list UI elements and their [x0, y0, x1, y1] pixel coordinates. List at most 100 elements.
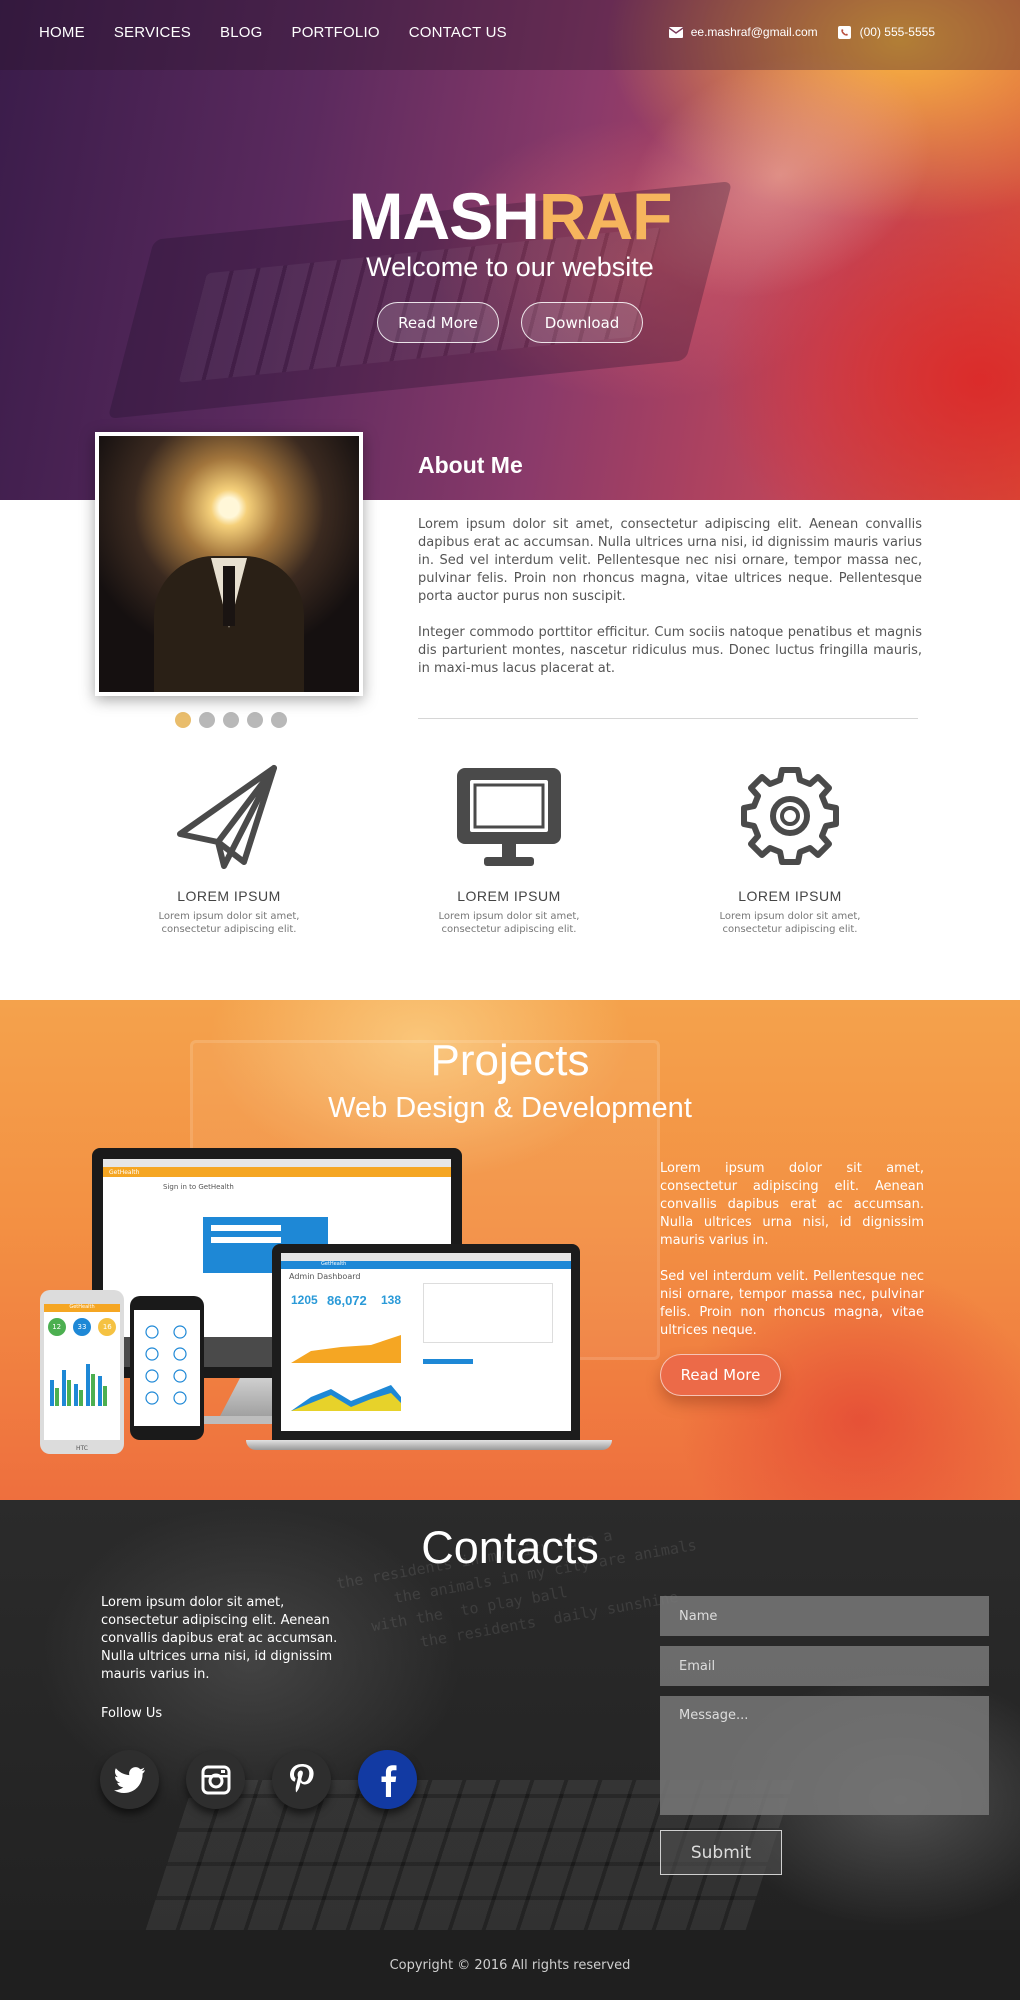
dashboard-title: Admin Dashboard	[289, 1272, 361, 1281]
download-button[interactable]: Download	[521, 302, 643, 343]
phone-icon	[838, 25, 852, 39]
phone-stat-3: 16	[98, 1318, 117, 1336]
gethealth-header: GetHealth	[103, 1167, 451, 1177]
email-field[interactable]	[660, 1646, 989, 1686]
iphone-screen	[134, 1310, 200, 1426]
name-field[interactable]	[660, 1596, 989, 1636]
nav-email[interactable]: ee.mashraf@gmail.com	[668, 25, 818, 39]
submit-button[interactable]: Submit	[660, 1830, 782, 1875]
nav-phone[interactable]: (00) 555-5555	[838, 25, 935, 39]
pinterest-button[interactable]	[272, 1750, 331, 1809]
iphone-mockup	[130, 1296, 204, 1440]
site-logo-title: MASHRAF	[0, 178, 1020, 254]
feature-2-title: LOREM IPSUM	[457, 888, 561, 904]
nav-contact-info: ee.mashraf@gmail.com (00) 555-5555	[649, 25, 935, 39]
slider-dots	[175, 712, 287, 728]
pinterest-icon	[289, 1763, 314, 1792]
phone-stat-2: 33	[72, 1318, 91, 1336]
read-more-button[interactable]: Read More	[377, 302, 499, 343]
hero-subtitle: Welcome to our website	[366, 252, 654, 282]
projects-subtitle: Web Design & Development	[328, 1092, 692, 1124]
message-field[interactable]	[660, 1696, 989, 1815]
dashboard-stat-3: 138	[381, 1293, 402, 1307]
feature-1-title: LOREM IPSUM	[177, 888, 281, 904]
twitter-icon	[113, 1766, 145, 1793]
mockup-input-2	[211, 1237, 281, 1243]
nav-phone-text: (00) 555-5555	[859, 25, 935, 39]
hero-buttons: Read More Download	[0, 302, 1020, 343]
dashboard-stat-1: 1205	[291, 1293, 318, 1307]
nav-home[interactable]: HOME	[39, 24, 85, 41]
social-links	[100, 1750, 417, 1809]
nav-portfolio[interactable]: PORTFOLIO	[291, 24, 379, 41]
nav-blog[interactable]: BLOG	[220, 24, 262, 41]
instagram-button[interactable]	[186, 1750, 245, 1809]
logo-part-1: MASH	[348, 179, 540, 253]
gear-icon	[741, 767, 839, 865]
slider-dot-5[interactable]	[271, 712, 287, 728]
twitter-button[interactable]	[100, 1750, 159, 1809]
browser-url-bar	[103, 1159, 451, 1167]
slider-dot-4[interactable]	[247, 712, 263, 728]
lightbulb-man-image	[99, 436, 359, 692]
follow-us-label: Follow Us	[101, 1706, 163, 1721]
laptop-url-bar	[281, 1253, 571, 1261]
instagram-icon	[201, 1765, 230, 1794]
laptop-mockup-base	[246, 1440, 612, 1450]
about-title: About Me	[418, 452, 523, 478]
about-photo-slider	[95, 432, 363, 696]
paper-plane-icon	[177, 765, 277, 869]
about-text: Lorem ipsum dolor sit amet, consectetur …	[418, 516, 922, 678]
mockup-brand: GetHealth	[109, 1168, 140, 1176]
projects-paragraph-1: Lorem ipsum dolor sit amet, consectetur …	[660, 1161, 924, 1248]
feature-2-desc: Lorem ipsum dolor sit amet, consectetur …	[438, 911, 580, 935]
facebook-button[interactable]	[358, 1750, 417, 1809]
phone-stat-1: 12	[47, 1318, 66, 1336]
projects-paragraph-2: Sed vel interdum velit. Pellentesque nec…	[660, 1269, 924, 1338]
slider-dot-1[interactable]	[175, 712, 191, 728]
android-phone-mockup: GetHealth 12 33 16 HTC	[40, 1290, 124, 1454]
dashboard-stat-2: 86,072	[327, 1293, 367, 1308]
nav-email-text: ee.mashraf@gmail.com	[690, 25, 818, 39]
projects-section: Projects Web Design & Development GetHea…	[0, 1000, 1020, 1500]
phone-brand-bar: GetHealth	[44, 1304, 120, 1312]
contacts-title: Contacts	[421, 1522, 599, 1573]
dashboard-button	[423, 1359, 473, 1364]
projects-text: Lorem ipsum dolor sit amet, consectetur …	[660, 1160, 924, 1340]
photo-tie	[223, 566, 235, 626]
feature-3-desc: Lorem ipsum dolor sit amet, consectetur …	[719, 911, 861, 935]
nav-contact-us[interactable]: CONTACT US	[409, 24, 507, 41]
copyright-text: Copyright © 2016 All rights reserved	[389, 1957, 631, 1973]
contacts-section: the residents in my city have a the anim…	[0, 1500, 1020, 1930]
iphone-app-grid	[145, 1325, 187, 1405]
phone-bar-chart	[50, 1364, 107, 1406]
feature-1-desc: Lorem ipsum dolor sit amet, consectetur …	[158, 911, 300, 935]
mockup-input-1	[211, 1225, 281, 1231]
logo-part-2: RAF	[538, 179, 673, 253]
top-navigation: HOME SERVICES BLOG PORTFOLIO CONTACT US …	[0, 0, 1020, 70]
projects-title: Projects	[430, 1036, 590, 1085]
about-paragraph-2: Integer commodo porttitor efficitur. Cum…	[418, 625, 922, 676]
contacts-text: Lorem ipsum dolor sit amet, consectetur …	[101, 1595, 338, 1682]
laptop-brand-bar: GetHealth	[281, 1261, 571, 1269]
feature-3: LOREM IPSUM Lorem ipsum dolor sit amet, …	[700, 762, 880, 936]
projects-read-more-button[interactable]: Read More	[660, 1354, 781, 1396]
nav-services[interactable]: SERVICES	[114, 24, 191, 41]
slider-dot-3[interactable]	[223, 712, 239, 728]
facebook-icon	[381, 1764, 396, 1797]
slider-dot-2[interactable]	[199, 712, 215, 728]
footer: Copyright © 2016 All rights reserved	[0, 1930, 1020, 2000]
about-divider	[418, 718, 918, 719]
about-paragraph-1: Lorem ipsum dolor sit amet, consectetur …	[418, 517, 922, 604]
laptop-mockup-screen: GetHealth Admin Dashboard 1205 86,072 13…	[281, 1253, 571, 1431]
nav-links: HOME SERVICES BLOG PORTFOLIO CONTACT US	[39, 24, 536, 41]
feature-2: LOREM IPSUM Lorem ipsum dolor sit amet, …	[419, 762, 599, 936]
monitor-icon	[457, 768, 561, 866]
dashboard-panel	[423, 1283, 553, 1343]
android-phone-screen: GetHealth 12 33 16	[44, 1304, 120, 1440]
feature-3-title: LOREM IPSUM	[738, 888, 842, 904]
phone-brand-label: HTC	[75, 1445, 88, 1452]
laptop-mockup: GetHealth Admin Dashboard 1205 86,072 13…	[272, 1244, 580, 1440]
mockup-signin-title: Sign in to GetHealth	[163, 1183, 234, 1191]
envelope-icon	[668, 26, 683, 38]
